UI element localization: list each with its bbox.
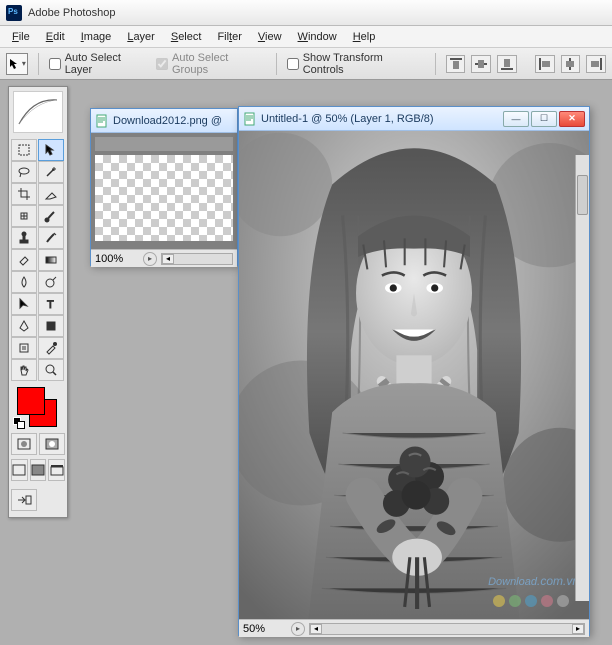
file-icon <box>95 114 109 128</box>
tool-panel: T <box>8 86 68 518</box>
menu-layer[interactable]: Layer <box>119 29 163 45</box>
doc2-vscroll[interactable] <box>575 155 589 601</box>
auto-select-groups-checkbox[interactable]: Auto Select Groups <box>156 52 266 76</box>
pen-tool[interactable] <box>11 315 37 337</box>
healing-tool[interactable] <box>11 205 37 227</box>
doc1-statusbar: 100% ▸ ◂ <box>91 249 237 267</box>
align-right-button[interactable] <box>586 55 606 73</box>
app-titlebar: Adobe Photoshop <box>0 0 612 26</box>
separator <box>276 53 277 75</box>
notes-tool[interactable] <box>11 337 37 359</box>
align-vcenter-button[interactable] <box>471 55 491 73</box>
doc2-title: Untitled-1 @ 50% (Layer 1, RGB/8) <box>261 113 499 125</box>
menu-image[interactable]: Image <box>73 29 120 45</box>
shape-tool[interactable] <box>38 315 64 337</box>
workspace: T Download2012.png @ <box>0 80 612 645</box>
doc2-canvas-area[interactable]: Download.com.vn <box>239 131 589 619</box>
show-transform-checkbox[interactable]: Show Transform Controls <box>287 52 425 76</box>
type-tool[interactable]: T <box>38 293 64 315</box>
menu-file[interactable]: File <box>4 29 38 45</box>
doc1-hscroll[interactable]: ◂ <box>161 253 233 265</box>
color-swatches[interactable] <box>9 383 67 431</box>
move-tool[interactable] <box>38 139 64 161</box>
options-bar: ▾ Auto Select Layer Auto Select Groups S… <box>0 48 612 80</box>
menu-view[interactable]: View <box>250 29 290 45</box>
doc2-titlebar[interactable]: Untitled-1 @ 50% (Layer 1, RGB/8) — ☐ ✕ <box>239 107 589 131</box>
tool-indicator-move[interactable]: ▾ <box>6 53 28 75</box>
doc2-zoom[interactable]: 50% <box>243 623 287 635</box>
blur-tool[interactable] <box>11 271 37 293</box>
screenmode-full-button[interactable] <box>30 459 47 481</box>
jump-imageready-button[interactable] <box>11 489 37 511</box>
menu-edit[interactable]: Edit <box>38 29 73 45</box>
doc2-canvas[interactable]: Download.com.vn <box>239 131 589 619</box>
file-icon <box>243 112 257 126</box>
standard-mode-button[interactable] <box>11 433 37 455</box>
separator <box>435 53 436 75</box>
align-top-button[interactable] <box>446 55 466 73</box>
menu-bar: File Edit Image Layer Select Filter View… <box>0 26 612 48</box>
menu-filter[interactable]: Filter <box>209 29 249 45</box>
auto-select-layer-checkbox[interactable]: Auto Select Layer <box>49 52 150 76</box>
zoom-tool[interactable] <box>38 359 64 381</box>
quickmask-mode-button[interactable] <box>39 433 65 455</box>
photoshop-icon <box>6 5 22 21</box>
maximize-button[interactable]: ☐ <box>531 111 557 127</box>
align-bottom-button[interactable] <box>497 55 517 73</box>
doc1-titlebar[interactable]: Download2012.png @ <box>91 109 237 133</box>
doc2-hscroll[interactable]: ◂▸ <box>309 623 585 635</box>
default-colors-icon[interactable] <box>13 417 25 429</box>
doc2-statusbar: 50% ▸ ◂▸ <box>239 619 589 637</box>
doc1-info-icon[interactable]: ▸ <box>143 252 157 266</box>
gradient-tool[interactable] <box>38 249 64 271</box>
doc2-info-icon[interactable]: ▸ <box>291 622 305 636</box>
eyedropper-tool[interactable] <box>38 337 64 359</box>
svg-text:T: T <box>47 299 54 311</box>
dodge-tool[interactable] <box>38 271 64 293</box>
marquee-tool[interactable] <box>11 139 37 161</box>
document-window-2[interactable]: Untitled-1 @ 50% (Layer 1, RGB/8) — ☐ ✕ <box>238 106 590 636</box>
menu-help[interactable]: Help <box>345 29 384 45</box>
close-button[interactable]: ✕ <box>559 111 585 127</box>
screenmode-menu-button[interactable] <box>48 459 65 481</box>
path-select-tool[interactable] <box>11 293 37 315</box>
separator <box>38 53 39 75</box>
brush-tool[interactable] <box>38 205 64 227</box>
screenmode-std-button[interactable] <box>11 459 28 481</box>
stamp-tool[interactable] <box>11 227 37 249</box>
menu-select[interactable]: Select <box>163 29 210 45</box>
minimize-button[interactable]: — <box>503 111 529 127</box>
watermark-dots <box>493 595 569 607</box>
document-window-1[interactable]: Download2012.png @ 100% ▸ ◂ <box>90 108 238 266</box>
lasso-tool[interactable] <box>11 161 37 183</box>
history-brush-tool[interactable] <box>38 227 64 249</box>
doc1-canvas-area[interactable] <box>91 133 237 249</box>
align-hcenter-button[interactable] <box>561 55 581 73</box>
app-title: Adobe Photoshop <box>28 7 115 19</box>
wand-tool[interactable] <box>38 161 64 183</box>
foreground-color[interactable] <box>17 387 45 415</box>
slice-tool[interactable] <box>38 183 64 205</box>
hand-tool[interactable] <box>11 359 37 381</box>
doc1-title: Download2012.png @ <box>113 115 233 127</box>
align-left-button[interactable] <box>535 55 555 73</box>
menu-window[interactable]: Window <box>290 29 345 45</box>
eraser-tool[interactable] <box>11 249 37 271</box>
crop-tool[interactable] <box>11 183 37 205</box>
doc1-zoom[interactable]: 100% <box>95 253 139 265</box>
doc1-canvas[interactable] <box>95 155 233 241</box>
tool-panel-thumb <box>13 91 63 133</box>
